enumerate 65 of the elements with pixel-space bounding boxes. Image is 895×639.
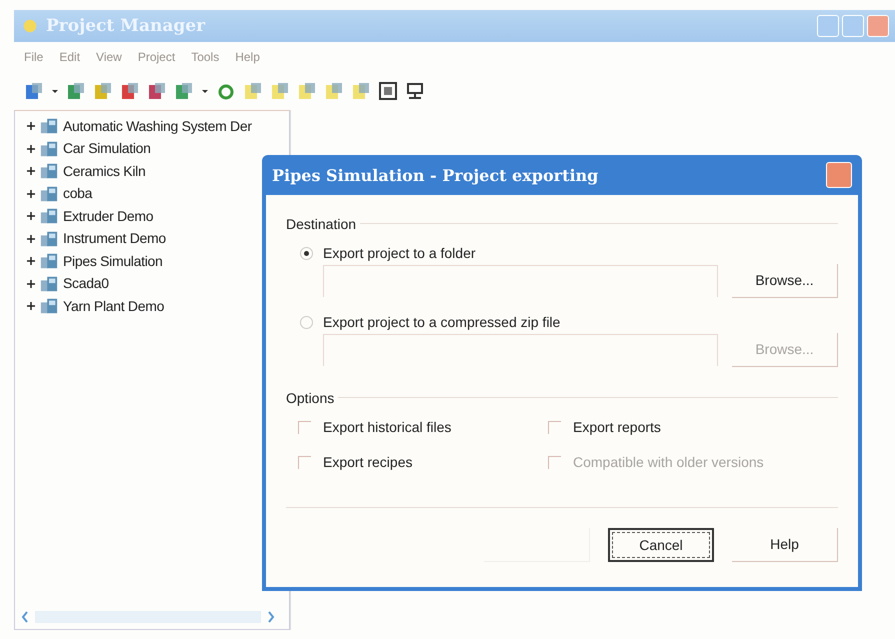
project-icon[interactable] <box>351 81 371 101</box>
frame-icon[interactable] <box>378 81 398 101</box>
tree-item[interactable]: Pipes Simulation <box>63 250 162 272</box>
project-icon[interactable] <box>270 81 290 101</box>
project-icon <box>40 252 58 270</box>
checkbox-label[interactable]: Export historical files <box>323 417 452 438</box>
checkbox-label[interactable]: Export recipes <box>323 452 412 473</box>
tree-item[interactable]: Car Simulation <box>63 138 151 160</box>
project-icon <box>40 140 58 158</box>
tree-item[interactable]: Automatic Washing System Der <box>63 116 252 137</box>
scroll-left-icon[interactable] <box>21 611 29 623</box>
radio-label[interactable]: Export project to a compressed zip file <box>323 312 560 333</box>
path-field[interactable] <box>323 334 718 366</box>
project-icon <box>40 184 58 203</box>
tree-item[interactable]: Extruder Demo <box>63 206 154 227</box>
project-icon <box>40 297 58 316</box>
dropdown-arrow-icon[interactable] <box>51 87 59 95</box>
expand-icon[interactable] <box>27 212 35 220</box>
expand-icon[interactable] <box>27 144 35 153</box>
close-button[interactable] <box>826 162 852 188</box>
network-icon[interactable] <box>405 81 425 101</box>
radio-button[interactable] <box>300 247 313 260</box>
dialog-button[interactable]: Help <box>732 528 838 562</box>
close-button[interactable] <box>867 15 889 37</box>
project-icon[interactable] <box>120 81 140 101</box>
minimize-button[interactable] <box>817 15 839 37</box>
project-icon[interactable] <box>297 81 317 101</box>
project-icon[interactable] <box>243 81 263 101</box>
expand-icon[interactable] <box>27 190 35 198</box>
tree-item[interactable]: Instrument Demo <box>63 228 166 250</box>
expand-icon[interactable] <box>27 234 35 243</box>
project-icon <box>40 207 58 226</box>
project-icon[interactable] <box>324 81 344 101</box>
tree-item[interactable]: Scada0 <box>63 273 109 294</box>
checkbox[interactable] <box>548 421 561 434</box>
checkbox[interactable] <box>298 421 311 434</box>
project-icon <box>40 117 58 136</box>
dialog-button[interactable]: Cancel <box>608 528 714 562</box>
tree-item[interactable]: Yarn Plant Demo <box>63 296 164 317</box>
tree-item[interactable]: coba <box>63 183 92 204</box>
path-field[interactable] <box>323 265 718 297</box>
expand-icon[interactable] <box>27 280 35 288</box>
checkbox[interactable] <box>298 456 311 469</box>
radio-button[interactable] <box>300 316 313 329</box>
expand-icon[interactable] <box>27 302 35 310</box>
project-icon[interactable] <box>174 81 194 101</box>
expand-icon[interactable] <box>27 257 35 266</box>
project-icon[interactable] <box>93 81 113 101</box>
project-icon[interactable] <box>66 81 86 101</box>
browse-button[interactable]: Browse... <box>732 264 838 298</box>
tree-item[interactable]: Ceramics Kiln <box>63 160 146 182</box>
project-icon <box>40 274 58 293</box>
expand-icon[interactable] <box>27 167 35 176</box>
project-icon[interactable] <box>147 81 167 101</box>
dialog-title: Pipes Simulation - Project exporting <box>272 166 598 184</box>
project-icon <box>40 162 58 180</box>
scroll-right-icon[interactable] <box>267 611 275 623</box>
expand-icon[interactable] <box>27 122 35 130</box>
project-icon[interactable] <box>24 81 44 101</box>
radio-label[interactable]: Export project to a folder <box>323 243 476 264</box>
dropdown-arrow-icon[interactable] <box>201 87 209 95</box>
maximize-button[interactable] <box>842 15 864 37</box>
project-icon <box>40 230 58 248</box>
checkbox-label[interactable]: Export reports <box>573 417 661 438</box>
window-title: Project Manager <box>46 16 206 36</box>
